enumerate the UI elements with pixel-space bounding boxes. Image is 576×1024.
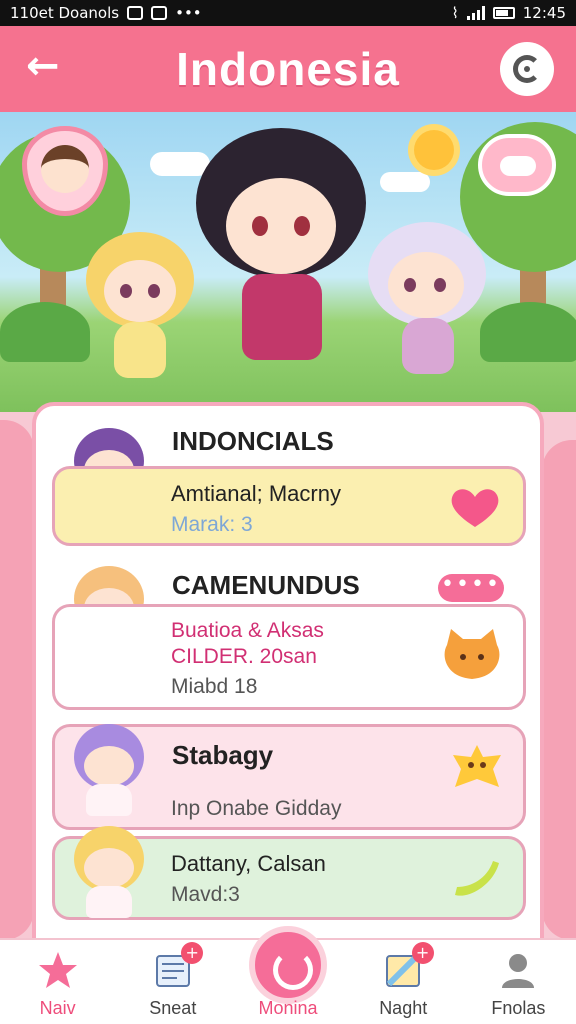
battery-icon bbox=[492, 7, 515, 19]
status-left-text: 110et Doanols bbox=[10, 4, 120, 22]
smiley-star-icon bbox=[453, 745, 501, 787]
cloud bbox=[380, 172, 430, 192]
more-button[interactable]: •••• bbox=[438, 574, 504, 602]
list-item[interactable]: Buatioa & Aksas CILDER. 20san Miabd 18 bbox=[52, 604, 526, 710]
section-title: Stabagy bbox=[172, 740, 274, 770]
more-dots-icon: ••• bbox=[175, 4, 202, 22]
nav-label: Fnolas bbox=[491, 998, 546, 1018]
status-bar: 110et Doanols ••• ⌇ 12:45 bbox=[0, 0, 576, 26]
item-subtitle: Mavd:3 bbox=[171, 883, 240, 906]
star-icon bbox=[38, 952, 77, 988]
refresh-button[interactable] bbox=[500, 42, 554, 96]
cat-face-icon bbox=[444, 629, 500, 679]
item-title: Amtianal; Macrny bbox=[171, 481, 341, 506]
nav-item-naght[interactable]: + Naght bbox=[346, 940, 461, 1024]
list-item[interactable]: Amtianal; Macrny Marak: 3 bbox=[52, 466, 526, 546]
sun-icon bbox=[414, 130, 454, 170]
item-title: Dattany, Calsan bbox=[171, 851, 326, 876]
side-decoration bbox=[542, 440, 576, 940]
back-button[interactable]: ← bbox=[26, 46, 70, 90]
section-avatar bbox=[68, 724, 150, 816]
page-title: Indonesia bbox=[176, 43, 400, 95]
nav-label: Naiv bbox=[39, 998, 76, 1018]
add-badge-icon: + bbox=[411, 942, 434, 964]
add-badge-icon: + bbox=[181, 942, 204, 964]
content-card: INDONCIALS Amtianal; Macrny Marak: 3 CAM… bbox=[32, 402, 544, 962]
arrow-left-icon: ← bbox=[26, 43, 60, 89]
section-title: INDONCIALS bbox=[172, 426, 334, 456]
nav-item-sneat[interactable]: + Sneat bbox=[115, 940, 230, 1024]
app-header: ← Indonesia bbox=[0, 26, 576, 112]
nav-item-fnolas[interactable]: Fnolas bbox=[461, 940, 576, 1024]
character-dark-hair bbox=[196, 128, 366, 388]
nav-label: Monina bbox=[258, 998, 318, 1018]
item-title: Buatioa & Aksas bbox=[171, 619, 324, 642]
hero-illustration bbox=[0, 112, 576, 412]
gallery-icon bbox=[151, 6, 168, 20]
nav-item-naiv[interactable]: Naiv bbox=[0, 940, 115, 1024]
section-title: CAMENUNDUS bbox=[172, 570, 360, 600]
wifi-icon: ⌇ bbox=[451, 4, 459, 22]
cloud-face-icon bbox=[478, 134, 556, 196]
bottom-nav: Naiv + Sneat Monina + Naght Fnolas bbox=[0, 926, 576, 1024]
signal-icon bbox=[466, 6, 485, 20]
banana-icon bbox=[455, 861, 499, 896]
refresh-icon bbox=[513, 55, 541, 83]
item-subtitle: Marak: 3 bbox=[171, 513, 253, 536]
character-lavender bbox=[362, 222, 492, 382]
home-swirl-icon bbox=[249, 926, 327, 1004]
side-decoration bbox=[0, 420, 34, 940]
status-time: 12:45 bbox=[522, 4, 566, 22]
nav-label: Sneat bbox=[149, 998, 197, 1018]
section-avatar bbox=[68, 826, 150, 918]
user-icon bbox=[502, 954, 535, 988]
item-subtitle: CILDER. 20san bbox=[171, 645, 317, 668]
nav-label: Naght bbox=[379, 998, 428, 1018]
character-blonde bbox=[80, 232, 200, 382]
item-subtitle: Inp Onabe Gidday bbox=[171, 797, 342, 820]
notification-icon bbox=[127, 6, 144, 20]
item-meta: Miabd 18 bbox=[171, 675, 258, 698]
nav-item-monina[interactable]: Monina bbox=[230, 926, 345, 1024]
heart-icon bbox=[451, 489, 499, 527]
